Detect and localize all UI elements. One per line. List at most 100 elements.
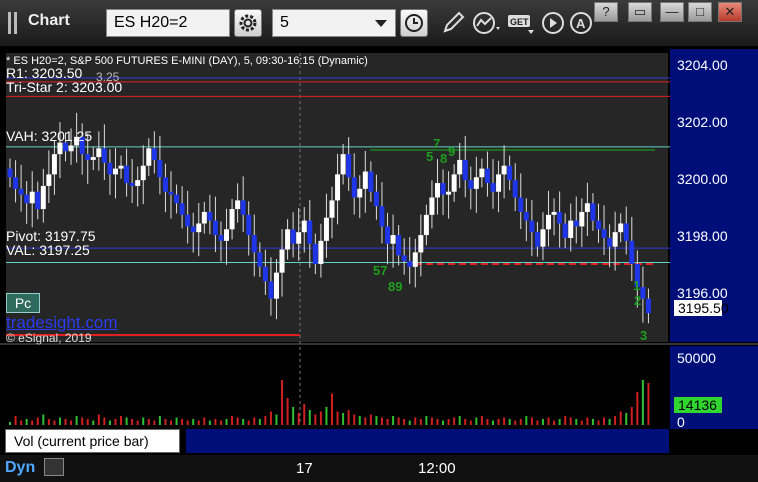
candle-body <box>40 185 46 210</box>
clock-icon <box>405 14 423 32</box>
candle-body <box>473 177 479 189</box>
time-axis <box>0 455 758 482</box>
candle-body <box>124 165 130 184</box>
candle-body <box>157 159 163 178</box>
candle-body <box>546 214 552 230</box>
pencil-icon[interactable] <box>440 9 466 37</box>
symbol-settings-button[interactable] <box>234 9 262 37</box>
candle-body <box>301 220 307 233</box>
candle-body <box>24 194 30 204</box>
candle-body <box>346 154 352 178</box>
candle-body <box>279 249 285 273</box>
symbol-combo[interactable]: ES H20=2 <box>106 9 230 37</box>
get-data-icon[interactable]: GET <box>506 9 536 37</box>
candle-body <box>151 148 157 160</box>
brand-link[interactable]: tradesight.com <box>6 313 118 333</box>
price-tick: 3202.00 <box>677 114 728 130</box>
pc-button[interactable]: Pc <box>6 293 40 313</box>
candle-body <box>168 191 174 195</box>
candle-body <box>118 165 124 169</box>
candle-body <box>501 165 507 175</box>
chart-toolbar: Chart ES H20=2 5 GET A ? ▭ — □ ✕ <box>0 0 758 47</box>
candle-body <box>57 142 63 155</box>
time-label: 17 <box>296 460 313 477</box>
candle-body <box>623 223 629 241</box>
candle-body <box>551 211 557 215</box>
candle-body <box>312 243 318 264</box>
candle-body <box>457 159 463 175</box>
candle-body <box>96 148 102 158</box>
candle-body <box>335 174 341 201</box>
interval-clock-button[interactable] <box>400 9 428 37</box>
play-icon[interactable] <box>540 9 566 37</box>
candle-body <box>29 191 35 204</box>
candle-body <box>484 168 490 184</box>
candle-body <box>224 229 230 241</box>
volume-tick: 0 <box>677 414 685 430</box>
study-chart-icon[interactable] <box>472 9 504 37</box>
candle-body <box>562 223 568 238</box>
candle-body <box>51 154 57 175</box>
close-icon[interactable]: ✕ <box>170 428 180 442</box>
candle-body <box>579 211 585 227</box>
candle-body <box>490 183 496 192</box>
pattern-number: 57 <box>373 263 388 278</box>
interval-combo[interactable]: 5 <box>272 9 396 37</box>
candle-body <box>174 194 180 204</box>
pivot-label: Pivot: 3197.75 <box>6 228 96 244</box>
candle-body <box>212 220 218 236</box>
pattern-number: 5 <box>426 149 434 164</box>
candle-body <box>329 200 335 218</box>
candle-body <box>268 281 274 299</box>
candle-body <box>101 148 107 163</box>
pattern-number: 2 <box>634 293 642 308</box>
candle-body <box>518 197 524 212</box>
link-icon[interactable] <box>44 458 64 476</box>
candle-body <box>140 165 146 181</box>
candle-body <box>13 177 19 189</box>
candle-body <box>18 188 24 195</box>
candle-body <box>7 168 13 178</box>
candle-body <box>129 183 135 186</box>
candle-body <box>362 171 368 189</box>
tristar-label: Tri-Star 2: 3203.00 <box>6 79 123 95</box>
svg-text:GET: GET <box>510 17 529 27</box>
candle-body <box>246 214 252 236</box>
candle-body <box>584 203 590 212</box>
price-tick: 3204.00 <box>677 57 728 73</box>
candle-body <box>196 223 202 233</box>
restore-window-button[interactable]: ▭ <box>628 2 652 22</box>
pattern-number: 1 <box>633 278 641 293</box>
candle-body <box>434 183 440 198</box>
candle-body <box>429 197 435 215</box>
candle-body <box>373 191 379 207</box>
candle-body <box>85 154 91 160</box>
candle-body <box>296 232 302 244</box>
volume-tick: 50000 <box>677 350 716 366</box>
help-window-button[interactable]: ? <box>594 2 618 22</box>
volume-legend-bar <box>186 429 669 453</box>
pattern-number: 8 <box>440 151 448 166</box>
drag-grip-icon[interactable] <box>8 12 22 34</box>
candle-body <box>446 191 452 195</box>
candle-body <box>390 235 396 244</box>
candle-body <box>512 180 518 198</box>
price-tick: 3198.00 <box>677 228 728 244</box>
candle-body <box>607 237 613 247</box>
maximize-window-button[interactable]: □ <box>688 2 712 22</box>
candle-body <box>618 223 624 233</box>
candle-body <box>507 165 513 181</box>
close-window-button[interactable]: ✕ <box>718 2 742 22</box>
alert-icon[interactable]: A <box>568 9 596 37</box>
price-tick: 3196.00 <box>677 285 728 301</box>
candle-body <box>146 148 152 166</box>
candle-body <box>529 220 535 233</box>
candle-body <box>496 174 502 192</box>
pattern-number: 3 <box>640 328 648 343</box>
candle-body <box>185 214 191 227</box>
candle-body <box>645 298 651 314</box>
candle-body <box>46 174 52 186</box>
minimize-window-button[interactable]: — <box>660 2 684 22</box>
candle-body <box>273 272 279 299</box>
candle-body <box>179 203 185 215</box>
